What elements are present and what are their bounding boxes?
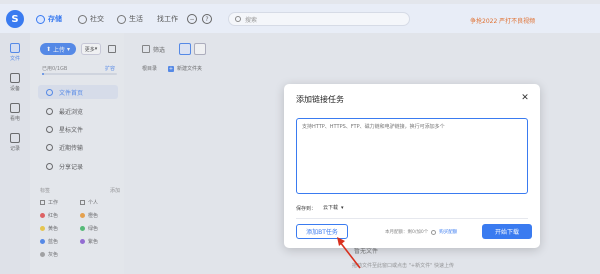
app-logo[interactable]: S	[6, 10, 24, 28]
nav-label: 生活	[129, 15, 143, 23]
nav-jobs[interactable]: 找工作	[157, 14, 178, 24]
nav-social[interactable]: 社交	[78, 14, 104, 24]
promo-banner[interactable]: 争抢2022 严打不良视频	[470, 16, 535, 25]
minus-circle-icon[interactable]: −	[187, 14, 197, 24]
arrow-head	[337, 237, 345, 246]
quota-info: 本月配额：剩0/加0个 购买配额	[385, 229, 457, 235]
buy-quota-link[interactable]: 购买配额	[439, 229, 457, 235]
save-to-value: 云下载	[323, 205, 339, 211]
chevron-down-icon: ▾	[341, 204, 344, 211]
annotation-arrow	[337, 237, 361, 269]
link-input[interactable]	[296, 118, 528, 194]
save-to-select[interactable]: 云下载 ▾	[320, 202, 347, 213]
search-icon	[235, 16, 241, 22]
save-to-label: 保存到：	[296, 206, 317, 212]
heart-icon	[117, 14, 126, 24]
search-placeholder: 搜索	[245, 16, 258, 24]
dialog-title: 添加链接任务	[296, 95, 344, 104]
nav-label: 找工作	[157, 15, 178, 23]
nav-storage[interactable]: 存储	[36, 14, 62, 24]
close-icon[interactable]: ✕	[520, 93, 530, 103]
start-download-button[interactable]: 开始下载	[482, 224, 532, 239]
chat-icon	[78, 14, 87, 24]
quota-text: 本月配额：剩0/加0个	[385, 230, 429, 235]
cloud-icon	[36, 14, 45, 24]
search-box[interactable]: 搜索	[228, 12, 410, 26]
arrow-shaft	[339, 241, 361, 269]
add-link-task-dialog: 添加链接任务 ✕ 保存到： 云下载 ▾ 添加BT任务 本月配额：剩0/加0个 购…	[284, 84, 540, 248]
nav-label: 存储	[48, 15, 62, 23]
nav-label: 社交	[90, 15, 104, 23]
help-icon[interactable]	[431, 229, 437, 235]
help-circle-icon[interactable]: ?	[202, 14, 212, 24]
nav-life[interactable]: 生活	[117, 14, 143, 24]
dialog-divider	[296, 218, 528, 219]
top-header: S 存储 社交 生活 找工作 − ? 搜索 争抢2022 严打不良视频	[0, 4, 600, 33]
